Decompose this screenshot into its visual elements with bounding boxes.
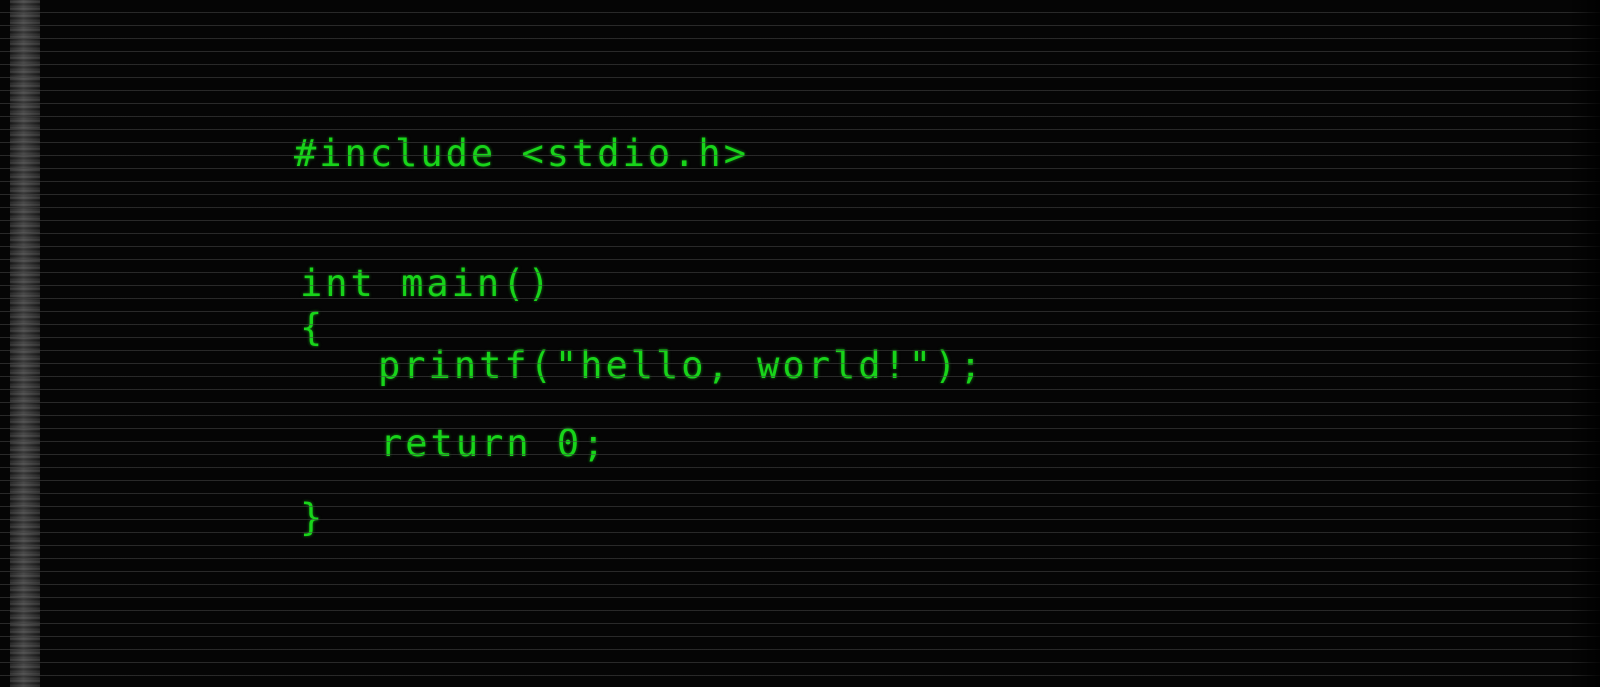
- terminal-screen: #include <stdio.h> int main() { printf("…: [0, 0, 1600, 687]
- code-line-main-signature: int main(): [300, 262, 553, 305]
- code-line-close-brace: }: [300, 496, 326, 539]
- code-line-include: #include <stdio.h>: [294, 132, 749, 175]
- screen-right-shadow: [1568, 0, 1600, 687]
- code-line-printf: printf("hello, world!");: [378, 344, 985, 387]
- code-line-return: return 0;: [380, 422, 608, 465]
- code-line-open-brace: {: [300, 306, 326, 349]
- screen-noise-strip: [10, 0, 40, 687]
